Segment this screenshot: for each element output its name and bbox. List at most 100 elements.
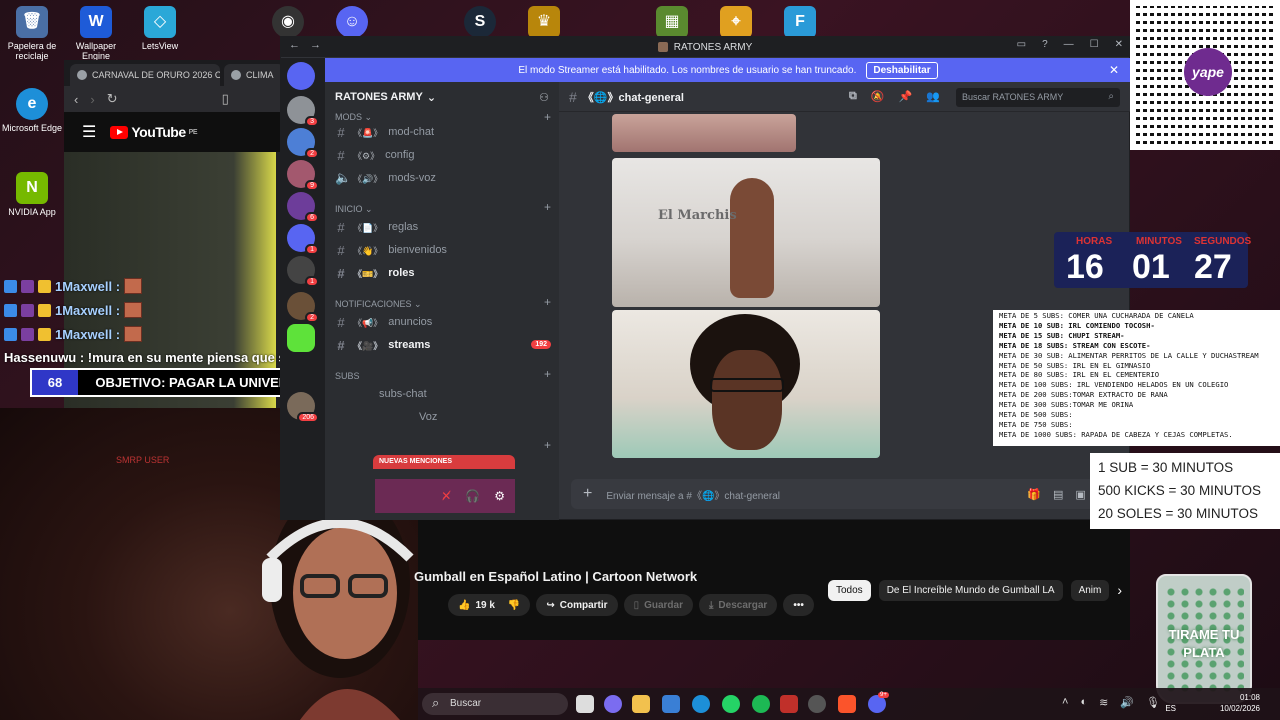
taskbar-search[interactable]: Buscar <box>422 693 568 715</box>
browser-tab[interactable]: CLIMA <box>224 64 284 86</box>
copilot-icon[interactable] <box>604 695 622 713</box>
server-icon[interactable]: 9 <box>287 160 319 191</box>
reload-icon[interactable]: ↻ <box>107 91 118 107</box>
invite-people-icon[interactable]: ⚇ <box>539 91 549 104</box>
new-mentions-bar[interactable]: NUEVAS MENCIONES <box>373 455 515 469</box>
chip-anim[interactable]: Anim <box>1070 580 1110 601</box>
member-list-icon[interactable]: 👥 <box>926 90 940 103</box>
attach-plus-icon[interactable]: + <box>583 485 592 503</box>
settings-gear-icon[interactable]: ⚙ <box>494 489 505 503</box>
wifi-icon[interactable]: ≋ <box>1099 696 1108 709</box>
server-icon[interactable]: 3 <box>287 96 319 127</box>
channel-config[interactable]: # 《⚙》 config <box>335 146 414 164</box>
edge-taskbar-icon[interactable] <box>692 695 710 713</box>
headphones-icon[interactable]: 🎧 <box>465 489 480 503</box>
minimize-icon[interactable]: — <box>1064 39 1074 50</box>
server-icon[interactable]: 1 <box>287 224 319 255</box>
chip-todos[interactable]: Todos <box>828 580 871 601</box>
pin-icon[interactable]: 📌 <box>899 90 913 103</box>
server-icon[interactable]: 2 <box>287 292 319 323</box>
like-button[interactable]: 👍 19 k 👎 <box>448 594 531 616</box>
threads-icon[interactable]: ⧉ <box>849 90 857 103</box>
channel-anuncios[interactable]: # 《📢》 anuncios <box>335 313 432 331</box>
search-input[interactable]: Buscar RATONES ARMY ⌕ <box>956 88 1120 107</box>
menu-icon[interactable]: ☰ <box>82 122 96 142</box>
download-icon: ⤓ <box>708 599 714 611</box>
youtube-logo[interactable]: YouTube PE <box>110 124 198 140</box>
message-image[interactable] <box>612 310 880 458</box>
obs-taskbar-icon[interactable] <box>808 695 826 713</box>
forward-icon[interactable]: › <box>90 92 94 107</box>
category-subs[interactable]: Subs <box>335 371 360 381</box>
clock[interactable]: 01:08 10/02/2026 <box>1220 692 1260 714</box>
notification-off-icon[interactable]: 🔕 <box>871 90 885 103</box>
desktop-icon-nvidia[interactable]: N NVIDIA App <box>0 172 64 217</box>
maximize-icon[interactable]: ☐ <box>1090 39 1099 50</box>
channel-name: subs-chat <box>379 388 427 400</box>
server-icon[interactable]: 2 <box>287 128 319 159</box>
back-arrow-icon[interactable]: ← <box>289 39 300 51</box>
channel-reglas[interactable]: # 《📄》 reglas <box>335 218 418 236</box>
task-view-icon[interactable] <box>576 695 594 713</box>
desktop-icon-edge[interactable]: e Microsoft Edge <box>0 88 64 133</box>
brave-icon[interactable] <box>838 695 856 713</box>
chip-gumball[interactable]: De El Increíble Mundo de Gumball LA <box>878 580 1063 601</box>
chevron-right-icon[interactable]: › <box>1117 580 1122 601</box>
server-icon[interactable]: 1 <box>287 256 319 287</box>
app-icon[interactable] <box>780 695 798 713</box>
close-banner-icon[interactable]: ✕ <box>1109 63 1119 77</box>
message-composer[interactable]: + Enviar mensaje a #《🌐》chat-general 🎁 ▤ … <box>571 479 1119 509</box>
channel-bienvenidos[interactable]: # 《👋》 bienvenidos <box>335 241 447 259</box>
create-channel-icon[interactable]: + <box>544 438 551 452</box>
message-image[interactable] <box>612 114 796 152</box>
create-channel-icon[interactable]: + <box>544 200 551 214</box>
desktop-icon-wallpaper-engine[interactable]: W Wallpaper Engine <box>64 6 128 61</box>
channel-mods-voz[interactable]: 🔈 《🔊》 mods-voz <box>335 169 436 187</box>
help-icon[interactable]: ? <box>1042 39 1048 50</box>
browser-tab[interactable]: CARNAVAL DE ORURO 2026 CUANDO <box>70 64 220 86</box>
store-icon[interactable] <box>662 695 680 713</box>
channel-voz[interactable]: Voz <box>419 408 437 426</box>
whatsapp-icon[interactable] <box>722 695 740 713</box>
gift-icon[interactable]: 🎁 <box>1027 488 1041 501</box>
category-inicio[interactable]: INICIO ⌄ <box>335 204 373 215</box>
save-button[interactable]: ▯ Guardar <box>623 594 693 616</box>
download-button[interactable]: ⤓ Descargar <box>698 594 778 616</box>
bookmark-icon[interactable]: ▯ <box>222 91 229 107</box>
volume-icon[interactable]: 🔊 <box>1120 696 1134 709</box>
server-icon[interactable]: 6 <box>287 192 319 223</box>
category-notificaciones[interactable]: NOTIFICACIONES ⌄ <box>335 299 422 310</box>
thumbs-down-icon[interactable]: 👎 <box>508 600 520 611</box>
language-indicator[interactable]: ES <box>1165 704 1176 713</box>
microphone-icon[interactable]: 🎙 <box>1146 696 1160 709</box>
message-image[interactable]: El Marchis <box>612 158 880 307</box>
discord-home-icon[interactable] <box>287 62 315 90</box>
channel-subs-chat[interactable]: subs-chat <box>379 385 427 403</box>
server-icon[interactable]: 206 <box>287 392 319 423</box>
gif-icon[interactable]: ▤ <box>1053 488 1063 501</box>
disable-streamer-mode-button[interactable]: Deshabilitar <box>866 61 938 79</box>
file-explorer-icon[interactable] <box>632 695 650 713</box>
server-icon[interactable] <box>287 324 315 352</box>
back-icon[interactable]: ‹ <box>74 92 78 107</box>
create-channel-icon[interactable]: + <box>544 295 551 309</box>
channel-mod-chat[interactable]: # 《🚨》 mod-chat <box>335 123 434 141</box>
server-name-header[interactable]: RATONES ARMY ⌄ ⚇ <box>325 82 559 112</box>
category-mods[interactable]: MODS ⌄ <box>335 112 372 123</box>
more-options-button[interactable]: ••• <box>783 594 814 616</box>
tray-app-icon[interactable]: ◐ <box>1080 696 1087 709</box>
inbox-icon[interactable]: ▭ <box>1017 39 1026 50</box>
spotify-icon[interactable] <box>752 695 770 713</box>
sticker-icon[interactable]: ▣ <box>1075 488 1085 501</box>
desktop-icon-letsview[interactable]: ◇ LetsView <box>128 6 192 51</box>
channel-streams[interactable]: # 《🎥》 streams <box>335 336 549 354</box>
channel-roles[interactable]: # 《🎫》 roles <box>335 264 414 282</box>
close-icon[interactable]: ✕ <box>1115 39 1123 50</box>
mute-icon[interactable]: ✕̸ <box>441 489 451 503</box>
chevron-up-icon[interactable]: ˄ <box>1062 696 1068 709</box>
share-button[interactable]: ↪ Compartir <box>536 594 618 616</box>
forward-arrow-icon[interactable]: → <box>310 39 321 51</box>
create-channel-icon[interactable]: + <box>544 110 551 124</box>
desktop-icon-recycle-bin[interactable]: 🗑 Papelera de reciclaje <box>0 6 64 61</box>
create-channel-icon[interactable]: + <box>544 367 551 381</box>
